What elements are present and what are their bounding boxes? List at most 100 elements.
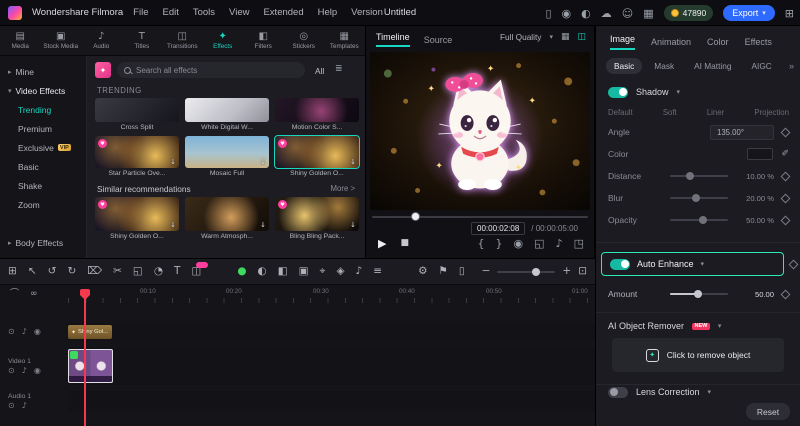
track-enable-icon[interactable]: ⊙: [8, 328, 15, 336]
tab-titles[interactable]: T Titles: [122, 26, 163, 55]
shadow-toggle[interactable]: [608, 86, 628, 98]
keyframe-diamond-icon[interactable]: [780, 289, 791, 299]
filter-all-dropdown[interactable]: All: [315, 66, 324, 76]
video-track-lane[interactable]: [68, 347, 595, 385]
sidebar-group-video-effects[interactable]: ▾ Video Effects: [0, 81, 86, 100]
tab-effects[interactable]: Effects: [745, 37, 772, 47]
keyframe-diamond-icon[interactable]: [780, 171, 791, 181]
theme-icon[interactable]: ◐: [581, 8, 591, 19]
account-icon[interactable]: ☺: [622, 8, 633, 19]
track-enable-icon[interactable]: ⊙: [8, 401, 15, 410]
subtab-basic[interactable]: Basic: [606, 58, 643, 74]
zoom-in-icon[interactable]: +: [562, 266, 571, 277]
text-tool-icon[interactable]: T: [174, 266, 180, 277]
download-icon[interactable]: ↓: [350, 158, 356, 166]
quality-dropdown[interactable]: Full Quality: [500, 32, 542, 42]
preset-liner[interactable]: Liner: [707, 108, 724, 117]
crop-icon[interactable]: ◱: [133, 266, 143, 277]
tab-timeline[interactable]: Timeline: [376, 32, 410, 47]
split-scissors-icon[interactable]: ✂: [113, 266, 122, 277]
mark-in-icon[interactable]: {: [478, 238, 485, 249]
chevron-down-icon[interactable]: ▾: [708, 388, 712, 396]
distance-slider[interactable]: [670, 172, 728, 180]
coins-counter[interactable]: 47890: [663, 5, 714, 21]
preset-default[interactable]: Default: [608, 108, 633, 117]
angle-input[interactable]: 135.00°: [710, 124, 774, 140]
mask-icon[interactable]: ▣: [299, 266, 309, 277]
stop-button[interactable]: ■: [400, 239, 409, 248]
motion-track-icon[interactable]: ⌖: [320, 266, 326, 277]
chevron-down-icon[interactable]: ▾: [701, 260, 705, 268]
track-mute-icon[interactable]: ♪: [22, 366, 27, 375]
play-button[interactable]: ▶: [378, 238, 386, 249]
current-timecode[interactable]: 00:00:02:08: [471, 222, 526, 235]
effect-thumb-mosaic-full[interactable]: ↓: [185, 136, 269, 168]
download-icon[interactable]: ↓: [260, 221, 266, 229]
compare-view-icon[interactable]: ◫: [577, 32, 586, 42]
mark-out-icon[interactable]: }: [496, 238, 503, 249]
tab-color[interactable]: Color: [707, 37, 729, 47]
keyframe-icon[interactable]: ◈: [336, 266, 344, 277]
marker-icon[interactable]: ⚑: [438, 266, 447, 277]
snapshot-icon[interactable]: ◉: [514, 238, 524, 249]
download-icon[interactable]: ↓: [260, 158, 266, 166]
effect-thumb-star-particle[interactable]: ♥ ↓: [95, 136, 179, 168]
export-button[interactable]: Export ▾: [723, 5, 775, 21]
lens-correction-toggle[interactable]: [608, 386, 628, 398]
menu-extended[interactable]: Extended: [263, 7, 303, 18]
more-link[interactable]: More >: [331, 184, 355, 193]
auto-enhance-highlight-box[interactable]: Auto Enhance ▾: [601, 252, 784, 276]
effect-thumb-cross-split[interactable]: [95, 98, 179, 122]
opacity-slider[interactable]: [670, 216, 728, 224]
track-mute-icon[interactable]: ♪: [22, 328, 27, 336]
favorites-button[interactable]: ✦: [95, 62, 111, 78]
timeline-zoom-slider[interactable]: [497, 267, 556, 276]
tab-transitions[interactable]: ◫ Transitions: [162, 26, 203, 55]
reset-button[interactable]: Reset: [746, 403, 790, 420]
effect-thumb-shiny-golden[interactable]: ♥ ↓: [95, 197, 179, 231]
sidebar-group-body-effects[interactable]: ▸ Body Effects: [0, 233, 71, 252]
tab-source[interactable]: Source: [424, 35, 453, 45]
effect-thumb-white-digital[interactable]: [185, 98, 269, 122]
menu-file[interactable]: File: [133, 7, 148, 18]
playhead-line[interactable]: [84, 289, 86, 426]
tab-stock-media[interactable]: ▣ Stock Media: [41, 26, 82, 55]
download-icon[interactable]: ↓: [350, 221, 356, 229]
preset-soft[interactable]: Soft: [663, 108, 677, 117]
speed-icon[interactable]: ◔: [154, 266, 163, 277]
timeline-ruler[interactable]: 00:10 00:20 00:30 00:40 00:50 01:00: [68, 288, 595, 303]
keyframe-diamond-icon[interactable]: [780, 127, 791, 137]
sidebar-item-trending[interactable]: Trending: [0, 100, 86, 119]
preview-scrubber[interactable]: [372, 216, 588, 218]
fx-track-lane[interactable]: [68, 323, 595, 341]
tab-templates[interactable]: ▦ Templates: [324, 26, 365, 55]
link-clips-icon[interactable]: ∞: [30, 290, 38, 299]
pip-icon[interactable]: ◫: [191, 262, 209, 277]
layout-panels-icon[interactable]: ⊞: [785, 8, 794, 19]
adjust-icon[interactable]: ◐: [258, 266, 267, 277]
preset-projection[interactable]: Projection: [754, 108, 789, 117]
eyedropper-icon[interactable]: ✐: [781, 149, 789, 159]
bell-icon[interactable]: ◉: [562, 8, 572, 19]
effect-thumb-shiny-golden-selected[interactable]: ♥ ↓: [274, 135, 360, 169]
sidebar-item-premium[interactable]: Premium: [0, 119, 86, 138]
grid-view-icon[interactable]: ▦: [561, 32, 570, 42]
sidebar-item-mine[interactable]: ▸ Mine: [0, 62, 86, 81]
tab-animation[interactable]: Animation: [651, 37, 691, 47]
menu-tools[interactable]: Tools: [193, 7, 215, 18]
delete-icon[interactable]: ⌦: [87, 266, 102, 277]
workspace-icon[interactable]: ▦: [643, 8, 653, 19]
download-icon[interactable]: ↓: [170, 158, 176, 166]
volume-icon[interactable]: ♪: [556, 238, 563, 249]
snap-magnet-icon[interactable]: ⌒: [10, 290, 19, 299]
phone-export-icon[interactable]: ▯: [459, 266, 465, 277]
scrubber-handle[interactable]: [411, 212, 420, 221]
keyframe-diamond-icon[interactable]: [780, 215, 791, 225]
subtab-aigc[interactable]: AIGC: [743, 58, 779, 74]
tab-audio[interactable]: ♪ Audio: [81, 26, 122, 55]
menu-edit[interactable]: Edit: [162, 7, 178, 18]
redo-icon[interactable]: ↻: [67, 266, 76, 277]
tab-stickers[interactable]: ◎ Stickers: [284, 26, 325, 55]
tab-image[interactable]: Image: [610, 34, 636, 50]
color-swatch[interactable]: [747, 148, 774, 160]
